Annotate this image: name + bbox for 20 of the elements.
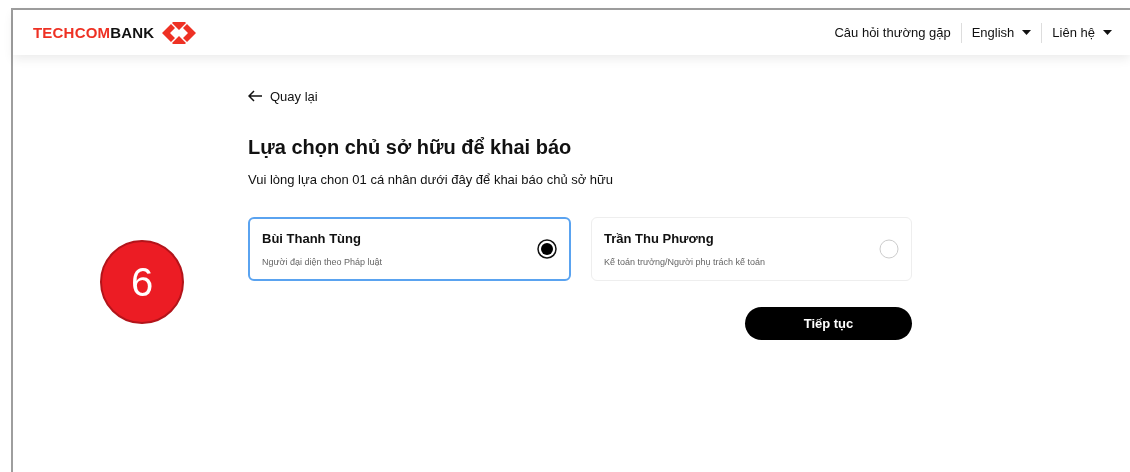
logo-wordmark: TECHCOMBANK xyxy=(33,24,155,41)
page-title: Lựa chọn chủ sở hữu để khai báo xyxy=(248,136,573,159)
continue-button[interactable]: Tiếp tục xyxy=(745,307,912,340)
owner-name: Trần Thu Phương xyxy=(604,231,715,246)
step-number-badge: 6 xyxy=(100,240,184,324)
dropdown-menu[interactable]: Liên hệ xyxy=(1042,25,1122,40)
owner-role: Người đại diện theo Pháp luật xyxy=(262,257,382,267)
radio-button[interactable] xyxy=(537,239,557,259)
owner-role: Kế toán trưởng/Người phụ trách kế toán xyxy=(604,257,765,267)
owner-option-card[interactable]: Trần Thu Phương Kế toán trưởng/Người phụ trách kế toán xyxy=(591,217,912,281)
caret-icon xyxy=(1022,30,1032,35)
caret-icon xyxy=(1103,30,1112,35)
owner-name: Bùi Thanh Tùng xyxy=(262,231,362,246)
logo-diamond-icon xyxy=(162,21,197,44)
nav-link[interactable]: Câu hỏi thường gặp xyxy=(824,25,961,40)
dropdown-menu[interactable]: English xyxy=(961,25,1042,40)
arrow-left-icon xyxy=(248,90,263,102)
back-link[interactable]: Quay lại xyxy=(248,88,318,104)
instruction-text: Vui lòng lựa chon 01 cá nhân dưới đây để khai báo chủ sở hữu xyxy=(248,172,615,187)
owner-option-card[interactable]: Bùi Thanh Tùng Người đại diện theo Pháp luật xyxy=(248,217,571,281)
